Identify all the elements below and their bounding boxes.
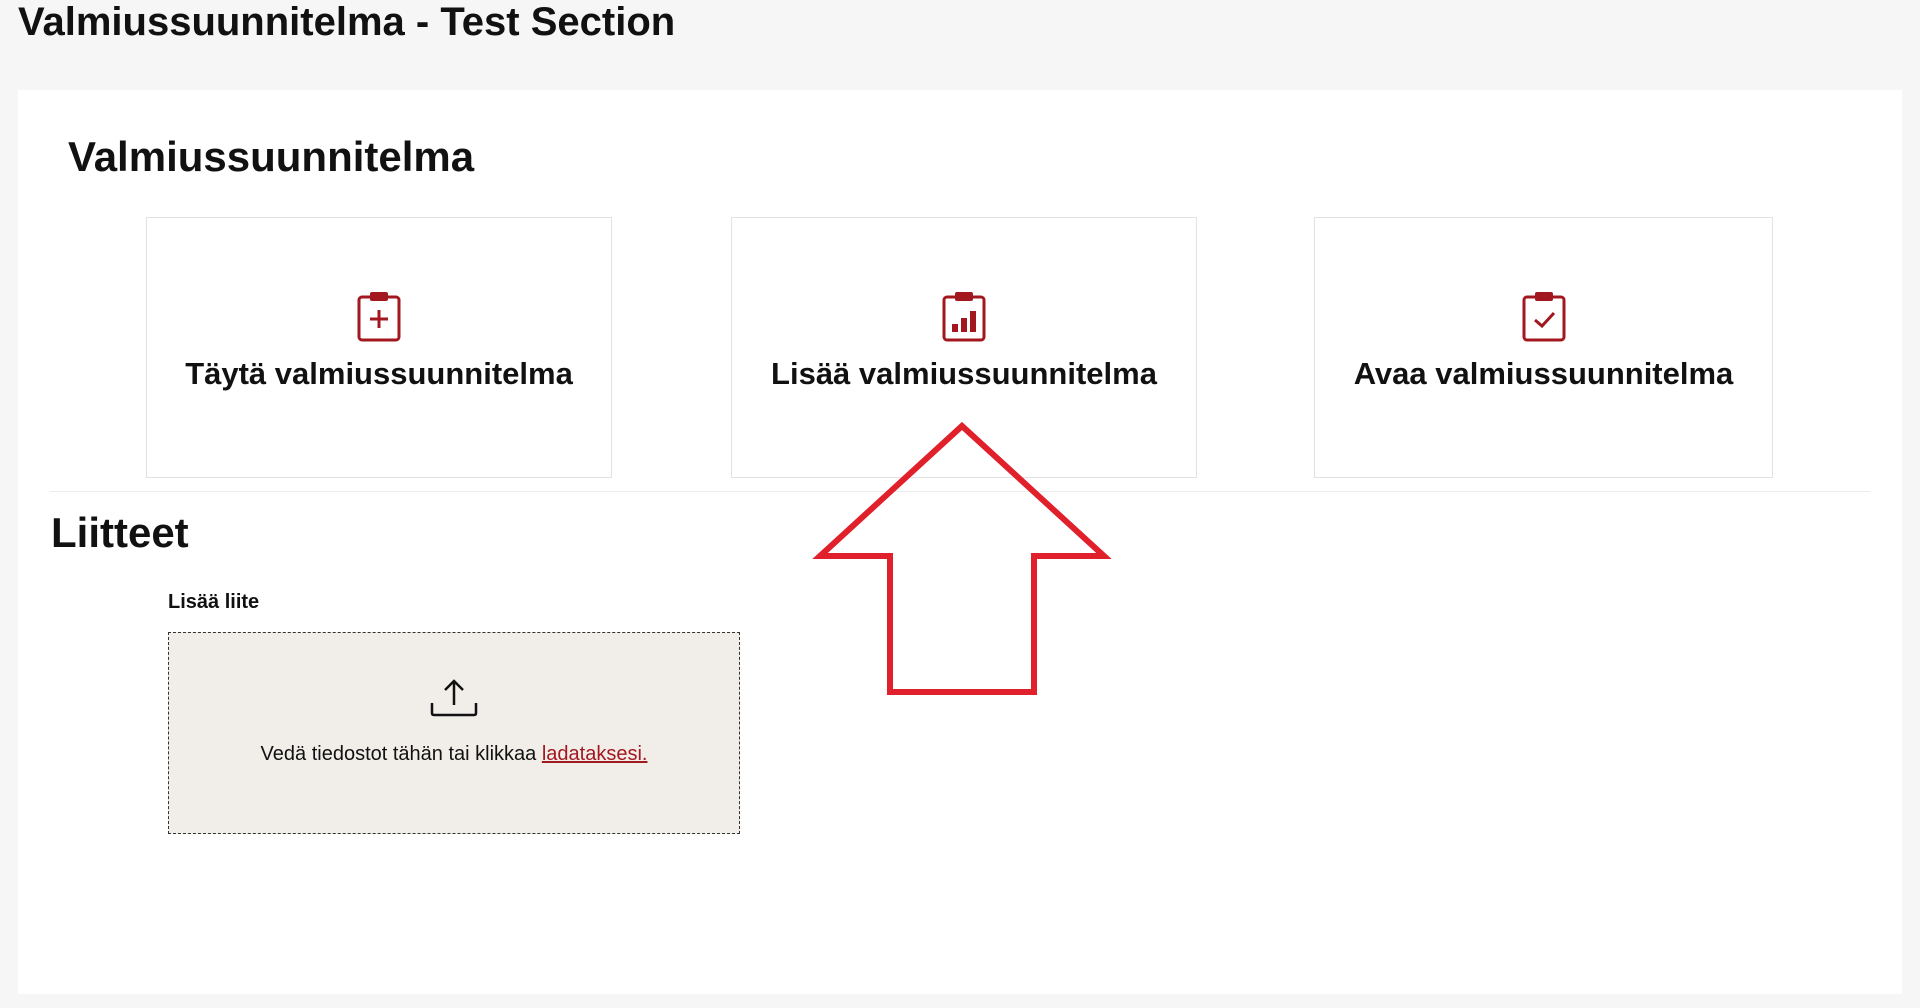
clipboard-chart-icon bbox=[942, 292, 986, 342]
page-title: Valmiussuunnitelma - Test Section bbox=[18, 0, 676, 44]
section-divider bbox=[50, 491, 1870, 492]
dropzone-instruction: Vedä tiedostot tähän tai klikkaa bbox=[260, 743, 537, 765]
dropzone-text: Vedä tiedostot tähän tai klikkaa ladatak… bbox=[169, 741, 739, 767]
section-title: Valmiussuunnitelma bbox=[68, 133, 475, 180]
add-attachment-label: Lisää liite bbox=[168, 591, 260, 613]
add-plan-card[interactable]: Lisää valmiussuunnitelma bbox=[731, 217, 1197, 478]
file-dropzone[interactable]: Vedä tiedostot tähän tai klikkaa ladatak… bbox=[168, 632, 740, 834]
clipboard-check-icon bbox=[1522, 292, 1565, 342]
fill-plan-label: Täytä valmiussuunnitelma bbox=[185, 356, 573, 391]
open-plan-label: Avaa valmiussuunnitelma bbox=[1353, 356, 1734, 391]
add-plan-label: Lisää valmiussuunnitelma bbox=[771, 356, 1157, 391]
content-panel: Valmiussuunnitelma Täytä valmiussuunnite… bbox=[18, 90, 1902, 994]
attachments-title: Liitteet bbox=[51, 509, 189, 556]
clipboard-plus-icon bbox=[357, 292, 401, 342]
upload-link[interactable]: ladataksesi. bbox=[542, 743, 648, 765]
open-plan-card[interactable]: Avaa valmiussuunnitelma bbox=[1314, 217, 1773, 478]
upload-icon bbox=[430, 679, 478, 717]
fill-plan-card[interactable]: Täytä valmiussuunnitelma bbox=[146, 217, 612, 478]
